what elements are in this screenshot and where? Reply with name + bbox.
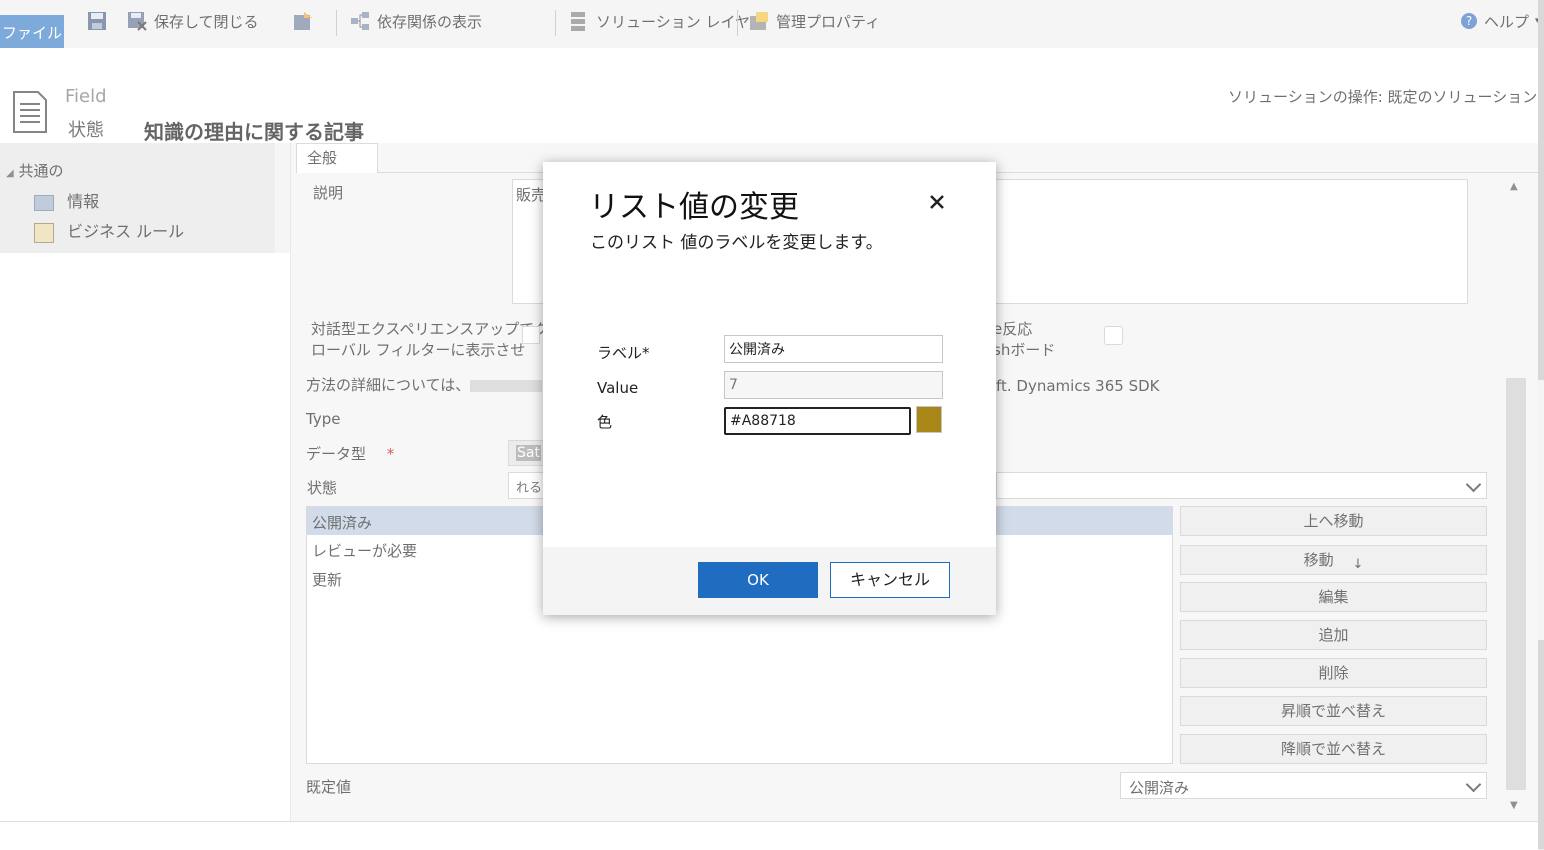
dialog-subtitle: このリスト 値のラベルを変更します。 bbox=[590, 233, 883, 253]
value-input bbox=[724, 371, 943, 399]
label-input[interactable] bbox=[724, 335, 943, 363]
color-field-label: 色 bbox=[597, 413, 613, 431]
close-icon[interactable] bbox=[927, 192, 947, 216]
value-field-label: Value bbox=[597, 379, 639, 397]
cancel-button[interactable]: キャンセル bbox=[830, 562, 950, 598]
color-swatch[interactable] bbox=[916, 406, 942, 433]
label-field-label: ラベル* bbox=[597, 344, 650, 362]
right-edge-panel bbox=[1538, 380, 1544, 640]
dialog-footer: OK キャンセル bbox=[543, 547, 996, 615]
color-input[interactable] bbox=[724, 407, 911, 435]
dialog-title: リスト値の変更 bbox=[589, 190, 799, 225]
change-list-value-dialog: リスト値の変更 このリスト 値のラベルを変更します。 ラベル* Value 色 … bbox=[543, 162, 996, 615]
ok-button[interactable]: OK bbox=[698, 562, 818, 598]
